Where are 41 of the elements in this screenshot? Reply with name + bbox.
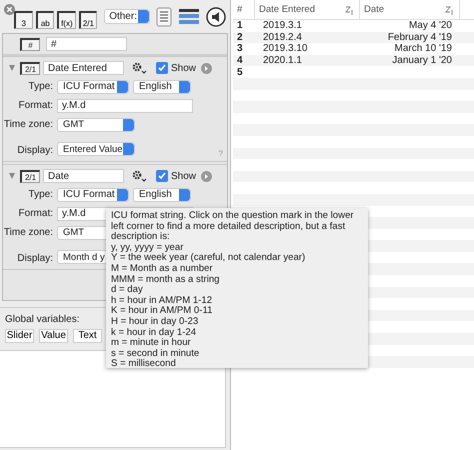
column-header-label: # xyxy=(237,4,242,15)
table-cell: 2020.1.1 xyxy=(263,55,302,66)
table-cell: 4 xyxy=(237,55,243,66)
time-zone-label: Time zone: xyxy=(3,119,53,130)
tooltip-line: m = minute in hour xyxy=(111,338,192,349)
tooltip-line: k = hour in day 1-24 xyxy=(111,328,198,338)
tooltip-line: h = hour in AM/PM 1-12 xyxy=(111,296,214,306)
tooltip-line: s = second in minute xyxy=(111,348,200,359)
tooltip-line: d = day xyxy=(111,285,144,296)
tooltip-line: H = hour in day 0-23 xyxy=(111,316,200,328)
tooltip-line: K = hour in AM/PM 0-11 xyxy=(111,306,214,317)
tooltip-line: MMM = month as a string xyxy=(111,274,220,285)
time-zone-label: Time zone: xyxy=(3,227,53,238)
table-cell: February 4 '19 xyxy=(388,32,452,43)
show-label: Show xyxy=(171,170,196,182)
date-column-icon: 2/1 xyxy=(20,170,40,182)
table-cell: 3 xyxy=(237,43,243,54)
tooltip-line: y, yy, yyyy = year xyxy=(111,242,184,253)
column-header-label: Date xyxy=(364,4,384,15)
table-cell: March 10 '19 xyxy=(394,43,452,54)
type-label: Type: xyxy=(28,189,53,200)
type-label: Type: xyxy=(28,81,53,92)
table-cell: 5 xyxy=(237,66,243,78)
table-cell: 2019.2.4 xyxy=(263,32,302,43)
table-cell: May 4 '20 xyxy=(408,20,452,32)
table-cell: 1 xyxy=(237,20,243,32)
display-label: Display: xyxy=(16,145,53,156)
format-label: Format: xyxy=(18,208,53,219)
table-cell: 2019.3.10 xyxy=(263,43,308,54)
date-column-icon: 2/1 xyxy=(20,62,40,74)
global-variables-label: Global variables: xyxy=(5,314,80,324)
table-cell: 2 xyxy=(237,32,243,43)
tooltip-line: S = millisecond xyxy=(111,359,177,370)
tooltip-line: M = Month as a number xyxy=(111,264,214,275)
show-label: Show xyxy=(171,62,196,74)
number-column-icon: # xyxy=(20,38,40,50)
table-cell: January 1 '20 xyxy=(392,55,452,66)
column-header-label: Date Entered xyxy=(259,4,315,15)
display-label: Display: xyxy=(16,253,53,264)
format-label: Format: xyxy=(18,100,53,111)
table-cell: 2019.3.1 xyxy=(263,20,302,32)
